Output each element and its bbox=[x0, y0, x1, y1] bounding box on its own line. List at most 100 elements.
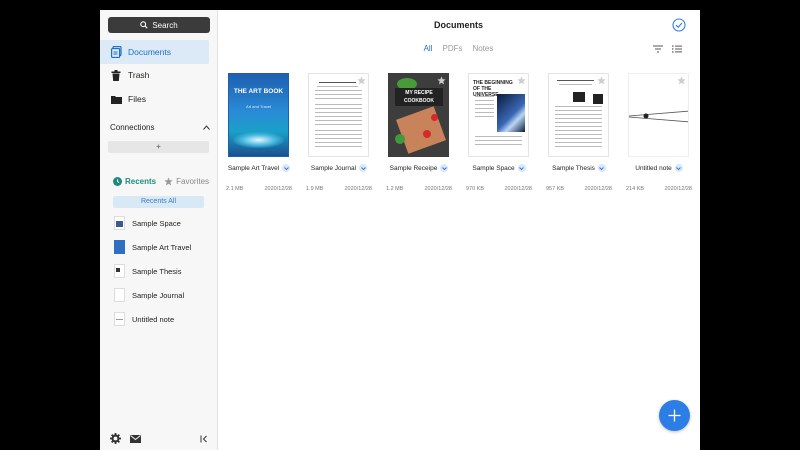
sidebar-item-files[interactable]: Files bbox=[100, 87, 217, 111]
document-name[interactable]: Untitled note bbox=[624, 164, 694, 172]
document-thumbnail bbox=[114, 216, 125, 230]
mail-icon[interactable] bbox=[130, 434, 141, 443]
document-size: 970 KB bbox=[466, 186, 485, 192]
sidebar-item-trash[interactable]: Trash bbox=[100, 63, 217, 87]
sidebar-item-label: Trash bbox=[128, 70, 150, 80]
document-name-label: Sample Thesis bbox=[552, 164, 595, 172]
select-check-icon[interactable] bbox=[672, 18, 686, 32]
recent-item-sample-space[interactable]: Sample Space bbox=[114, 215, 214, 231]
document-name-label: Sample Art Travel bbox=[227, 164, 280, 172]
chevron-up-icon[interactable] bbox=[203, 125, 210, 130]
document-date: 2020/12/28 bbox=[264, 186, 292, 192]
tab-pdfs[interactable]: PDFs bbox=[442, 44, 462, 53]
star-icon[interactable] bbox=[597, 76, 606, 85]
document-name[interactable]: Sample Receipe bbox=[384, 164, 454, 172]
gear-icon[interactable] bbox=[110, 433, 121, 444]
document-name-label: Sample Receipe bbox=[389, 164, 438, 172]
document-date: 2020/12/28 bbox=[504, 186, 532, 192]
recent-item-sample-art-travel[interactable]: Sample Art Travel bbox=[114, 239, 214, 255]
tab-notes[interactable]: Notes bbox=[472, 44, 493, 53]
document-size: 1.9 MB bbox=[306, 186, 324, 192]
plus-icon bbox=[668, 409, 681, 422]
chevron-down-icon[interactable] bbox=[674, 164, 683, 172]
document-thumbnail bbox=[114, 240, 125, 254]
star-icon[interactable] bbox=[517, 76, 526, 85]
favorites-tab-label: Favorites bbox=[176, 177, 210, 186]
document-size: 1.2 MB bbox=[386, 186, 404, 192]
document-name[interactable]: Sample Journal bbox=[304, 164, 374, 172]
star-icon bbox=[164, 177, 173, 186]
list-view-icon[interactable] bbox=[672, 45, 682, 53]
document-card[interactable]: Sample Journal 1.9 MB 2020/12/28 bbox=[304, 73, 374, 192]
star-icon[interactable] bbox=[357, 76, 366, 85]
document-name-label: Sample Journal bbox=[310, 164, 357, 172]
app-window: Search Documents Trash Files Connections… bbox=[100, 10, 700, 450]
sort-icon[interactable] bbox=[653, 45, 663, 53]
documents-main: Documents All PDFs Notes THE ART BOOK Ar… bbox=[217, 10, 700, 450]
chevron-down-icon[interactable] bbox=[282, 164, 291, 172]
document-meta: 1.9 MB 2020/12/28 bbox=[304, 186, 374, 192]
document-name-label: Sample Space bbox=[472, 164, 515, 172]
add-document-button[interactable] bbox=[659, 400, 690, 431]
document-thumbnail[interactable] bbox=[548, 73, 609, 157]
recent-item-untitled-note[interactable]: Untitled note bbox=[114, 311, 214, 327]
document-thumbnail[interactable]: THE ART BOOK Art and Travel bbox=[228, 73, 289, 157]
search-label: Search bbox=[152, 20, 178, 30]
document-thumbnail[interactable]: MY RECIPE COOKBOOK bbox=[388, 73, 449, 157]
document-thumbnail bbox=[114, 264, 125, 278]
sidebar-item-documents[interactable]: Documents bbox=[100, 40, 209, 64]
tab-all[interactable]: All bbox=[424, 44, 433, 53]
document-date: 2020/12/28 bbox=[344, 186, 372, 192]
document-thumbnail[interactable] bbox=[308, 73, 369, 157]
recent-item-label: Sample Thesis bbox=[132, 266, 182, 276]
star-icon[interactable] bbox=[677, 76, 686, 85]
recent-item-label: Sample Space bbox=[132, 218, 181, 228]
connections-label: Connections bbox=[110, 123, 155, 132]
sidebar-footer bbox=[110, 433, 208, 444]
document-card[interactable]: MY RECIPE COOKBOOK Sample Receipe 1.2 MB… bbox=[384, 73, 454, 192]
recent-item-label: Untitled note bbox=[132, 314, 175, 324]
document-card[interactable]: Sample Thesis 957 KB 2020/12/28 bbox=[544, 73, 614, 192]
chevron-down-icon[interactable] bbox=[359, 164, 368, 172]
sidebar-item-label: Files bbox=[128, 94, 146, 104]
collapse-sidebar-icon[interactable] bbox=[200, 435, 208, 443]
document-name[interactable]: Sample Art Travel bbox=[224, 164, 294, 172]
tab-recents[interactable]: Recents bbox=[113, 177, 156, 186]
document-size: 214 KB bbox=[626, 186, 645, 192]
chevron-down-icon[interactable] bbox=[440, 164, 449, 172]
recents-tab-label: Recents bbox=[125, 177, 157, 186]
cover-title: MY RECIPE COOKBOOK bbox=[395, 88, 443, 106]
tab-favorites[interactable]: Favorites bbox=[164, 177, 209, 186]
star-icon[interactable] bbox=[437, 76, 446, 85]
document-card[interactable]: THE BEGINNING OF THE UNIVERSE Sample Spa… bbox=[464, 73, 534, 192]
document-name-label: Untitled note bbox=[635, 164, 672, 172]
documents-icon bbox=[110, 46, 122, 58]
document-thumbnail bbox=[114, 312, 125, 326]
recent-item-label: Sample Art Travel bbox=[132, 242, 192, 252]
document-thumbnail[interactable] bbox=[628, 73, 689, 157]
sidebar-item-label: Documents bbox=[128, 47, 171, 57]
recent-item-sample-thesis[interactable]: Sample Thesis bbox=[114, 263, 214, 279]
search-button[interactable]: Search bbox=[108, 17, 210, 33]
document-date: 2020/12/28 bbox=[424, 186, 452, 192]
document-name[interactable]: Sample Space bbox=[464, 164, 534, 172]
document-card[interactable]: THE ART BOOK Art and Travel Sample Art T… bbox=[224, 73, 294, 192]
filter-tabs: All PDFs Notes bbox=[217, 44, 700, 53]
connections-header[interactable]: Connections bbox=[110, 123, 210, 132]
document-thumbnail[interactable]: THE BEGINNING OF THE UNIVERSE bbox=[468, 73, 529, 157]
document-date: 2020/12/28 bbox=[584, 186, 612, 192]
document-meta: 970 KB 2020/12/28 bbox=[464, 186, 534, 192]
document-name[interactable]: Sample Thesis bbox=[544, 164, 614, 172]
clock-icon bbox=[113, 177, 122, 186]
page-title: Documents bbox=[433, 20, 483, 30]
add-connection-button[interactable]: + bbox=[108, 141, 209, 153]
document-meta: 957 KB 2020/12/28 bbox=[544, 186, 614, 192]
recent-item-sample-journal[interactable]: Sample Journal bbox=[114, 287, 214, 303]
document-size: 957 KB bbox=[546, 186, 565, 192]
chevron-down-icon[interactable] bbox=[517, 164, 526, 172]
recents-favorites-tabs: Recents Favorites bbox=[113, 177, 209, 186]
cover-title: THE ART BOOK bbox=[233, 88, 284, 95]
chevron-down-icon[interactable] bbox=[597, 164, 606, 172]
document-card[interactable]: Untitled note 214 KB 2020/12/28 bbox=[624, 73, 694, 192]
recents-all-button[interactable]: Recents All bbox=[113, 196, 204, 208]
